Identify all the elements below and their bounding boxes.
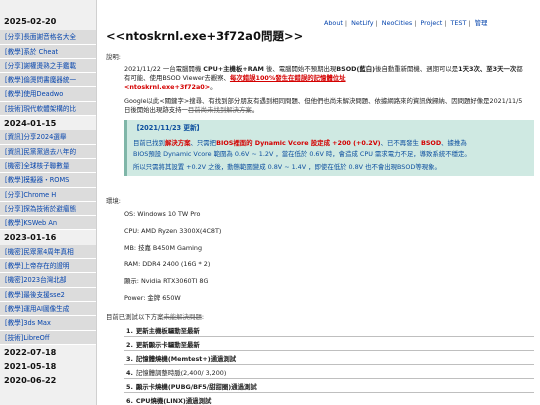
sidebar-post-link[interactable]: [分享]謝權燙熟之手鑑載 [0, 58, 96, 74]
sidebar-post-link[interactable]: [教學]運用AI圖像生成 [0, 301, 96, 317]
para-text-bold: CPU+主機板+RAM [203, 65, 264, 73]
test-text: 顯示卡燒機(PUBG/BF5/甜甜圈)通過測試 [135, 383, 257, 391]
page-title: <<ntoskrnl.exe+3f72a0問題>> [106, 29, 304, 43]
sidebar-post-link[interactable]: [教學]模擬器・ROMS [0, 173, 96, 188]
nav-link-netlify[interactable]: NetLify [351, 19, 373, 27]
para-text-bold: 1天3次、至3天一次 [458, 65, 517, 73]
environment-label: 環境: [106, 197, 121, 205]
sidebar-post-link[interactable]: [分享]探為技術於避瘤態 [0, 201, 96, 217]
env-item: 顯示: Nvidia RTX3060TI 8G [124, 277, 209, 285]
update-box: 【2021/11/23 更新】 目前已找到解決方案、只需把BIOS裡面的 Dyn… [124, 120, 534, 176]
para-text: 。 [251, 106, 259, 115]
test-item: 2. 更新顯示卡驅動至最新 [124, 339, 534, 351]
para-text: 2021/11/22 一台電腦開機 [124, 65, 204, 73]
sidebar-date-heading: 2025-02-20 [0, 14, 96, 29]
sidebar-post-link[interactable]: [分享]Chrome H [0, 187, 96, 202]
para-text-bold: BSOD(藍白) [336, 65, 376, 73]
error-address: <ntoskrnl.exe+3f72a0> [124, 83, 211, 92]
env-item: OS: Windows 10 TW Pro [124, 210, 201, 218]
test-item: 6. CPU燒機(LINX)通過測試 [124, 395, 534, 405]
sidebar-date-heading: 2020-06-22 [0, 373, 96, 388]
sidebar-post-link[interactable]: [資訊]民黨黨過去八年的 [0, 144, 96, 159]
update-text: 、已不再發生 [380, 139, 421, 148]
test-number: 5. [126, 383, 133, 391]
para-text-highlight: 每次錯誤100%發生在錯誤的記憶體位址 [229, 74, 346, 83]
intro-paragraph: 2021/11/22 一台電腦開機 CPU+主機板+RAM 後、電腦開始不預期出… [124, 65, 524, 93]
env-item: CPU: AMD Ryzen 3300X(4C8T) [124, 226, 222, 235]
env-item: Power: 金牌 650W [124, 293, 181, 302]
sidebar-date-heading: 2021-05-18 [0, 359, 96, 374]
sidebar-post-link[interactable]: [技術]LibreOff [0, 330, 96, 345]
tests-label: 目前已測試以下方案未能解決問題: [106, 312, 204, 321]
test-number: 1. [126, 327, 133, 335]
nav-link-about[interactable]: About [324, 19, 343, 27]
update-line: 目前已找到解決方案、只需把BIOS裡面的 Dynamic Vcore 設定成 +… [133, 139, 528, 148]
test-item: 3. 記憶體燒機(Memtest+)通過測試 [124, 353, 534, 365]
sidebar-post-link[interactable]: [教學]最後支援sse2 [0, 287, 96, 302]
sidebar-post-link[interactable]: [教學]使用Deadwo [0, 87, 96, 102]
test-item: 1. 更新主機板驅動至最新 [124, 325, 534, 337]
update-text-red: BIOS裡面的 Dynamic Vcore 設定成 +200 (+0.2V) [216, 139, 381, 148]
top-nav: About | NetLify | NeoCities | Project | TEST… [324, 19, 488, 27]
test-text: 記憶體燒機(Memtest+)通過測試 [135, 355, 237, 363]
update-text-red: 解決方案 [164, 139, 191, 148]
sidebar-date-heading: 2024-01-15 [0, 116, 96, 131]
test-text: 更新主機板驅動至最新 [135, 327, 200, 335]
tests-label-text: 目前已測試以下方案 [106, 313, 164, 321]
sidebar-date-heading: 2023-01-16 [0, 230, 96, 245]
update-text: 、只需把 [190, 139, 217, 148]
tests-label-strike: 未能解決問題 [163, 313, 202, 321]
sidebar-post-link[interactable]: [教學]上帝存在的證明 [0, 259, 96, 274]
update-line: BIOS預設 Dynamic Vcore 範圍為 0.6V ~ 1.2V ，當在… [133, 149, 471, 158]
test-text: 更新顯示卡驅動至最新 [135, 341, 200, 349]
sidebar-post-link[interactable]: [教學]KSWeb An [0, 216, 96, 231]
sidebar: 2025-02-20 [分享]長面謝音格名大全 [教學]系於 Cheat [分享… [0, 0, 97, 405]
sidebar-post-link[interactable]: [資訊]分享2024選舉 [0, 130, 96, 145]
update-line: 所以只需將其設置 +0.2V 之後，動態範圍變成 0.8V ~ 1.4V ，即使… [133, 162, 441, 171]
sidebar-post-link[interactable]: [機密]2023台灣北部 [0, 273, 96, 288]
update-header: 【2021/11/23 更新】 [133, 124, 204, 132]
tests-label-colon: : [201, 313, 205, 321]
nav-link-neocities[interactable]: NeoCities [382, 19, 412, 27]
nav-link-test[interactable]: TEST [450, 19, 466, 27]
sidebar-post-link[interactable]: [技術]現代軟體架構的比 [0, 101, 96, 117]
nav-link-admin[interactable]: 管理 [475, 19, 488, 27]
test-number: 6. [126, 397, 133, 405]
para-text: 。 [210, 83, 217, 92]
env-item: RAM: DDR4 2400 (16G * 2) [124, 259, 211, 268]
search-paragraph: Google以此<關鍵字>搜尋、有找到部分朋友有遇到相同問題、但他們也尚未解決問… [124, 97, 524, 115]
update-text: 目前已找到 [133, 139, 165, 148]
sidebar-post-link[interactable]: [教學]3ds Max [0, 316, 96, 331]
para-text: Google以此<關鍵字>搜尋、有找到部分朋友有遇到相同問題、但他們也尚未解決問… [124, 97, 523, 115]
sidebar-post-link[interactable]: [教學]系於 Cheat [0, 44, 96, 59]
para-text: 後自動重新開機、週期可以是 [375, 65, 459, 73]
intro-label: 說明: [106, 53, 121, 61]
sidebar-post-link[interactable]: [分享]長面謝音格名大全 [0, 30, 96, 45]
test-text: CPU燒機(LINX)通過測試 [135, 397, 212, 405]
nav-link-project[interactable]: Project [420, 19, 442, 27]
update-text-red: BSOD [420, 139, 442, 148]
test-text: 記憶體調整時脈(2,400/ 3,200) [135, 369, 227, 377]
test-number: 2. [126, 341, 133, 349]
test-item: 5. 顯示卡燒機(PUBG/BF5/甜甜圈)通過測試 [124, 381, 534, 393]
para-text: 後、電腦開始不預期出現 [263, 65, 337, 73]
sidebar-post-link[interactable]: [機密]全球核子聯數量 [0, 158, 96, 174]
env-item: MB: 技嘉 B450M Gaming [124, 244, 202, 252]
update-text: 、據推為 [441, 139, 467, 148]
sidebar-date-heading: 2022-07-18 [0, 344, 96, 360]
para-text-strike: 目前尚未找到解決方案 [187, 106, 252, 115]
sidebar-post-link[interactable]: [機密]民眾黨4周年真相 [0, 244, 96, 260]
sidebar-post-link[interactable]: [教學]倫燙問書魔器統一 [0, 73, 96, 88]
test-number: 4. [126, 369, 133, 377]
test-item: 4. 記憶體調整時脈(2,400/ 3,200) [124, 367, 534, 379]
test-number: 3. [126, 355, 133, 363]
